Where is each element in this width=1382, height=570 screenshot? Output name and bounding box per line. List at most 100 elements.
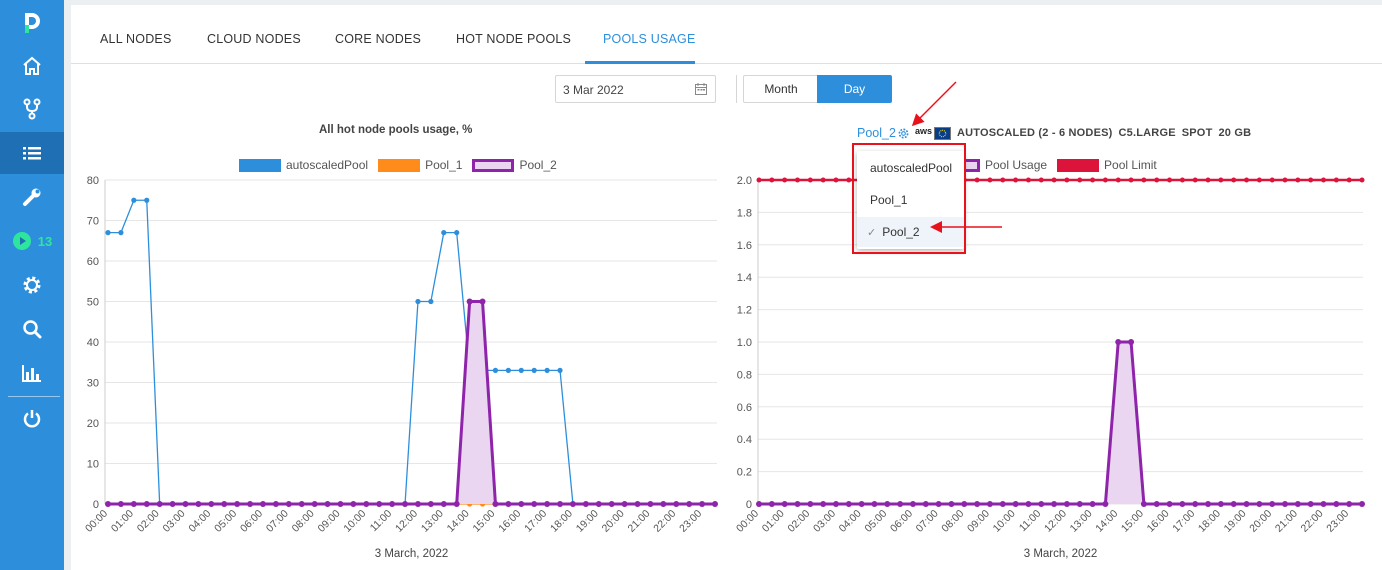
pool-selector-link[interactable]: Pool_2: [857, 126, 896, 140]
day-button[interactable]: Day: [817, 75, 892, 103]
x-tick-label: 04:00: [837, 508, 864, 535]
series-autoscaledpool-point: [441, 230, 447, 236]
series-pool-usage-point: [781, 501, 788, 507]
series-pool-usage-point: [1346, 501, 1353, 507]
series-pool-usage-point: [922, 501, 929, 507]
x-tick-label: 03:00: [811, 508, 838, 535]
x-tick-label: 07:00: [914, 508, 941, 535]
series-pool-limit-point: [1359, 177, 1365, 183]
series-pool-limit-point: [987, 177, 993, 183]
dropdown-item-autoscaledpool[interactable]: autoscaledPool: [857, 153, 964, 183]
check-icon: ✓: [867, 226, 877, 239]
runs-badge: 13: [37, 233, 53, 249]
series-pool-usage-point: [1140, 501, 1147, 507]
pool-header: Pool_2 aws AUTOSCALED (2 - 6 NODES) C5.L…: [857, 126, 1251, 140]
tab-cloud-nodes[interactable]: CLOUD NODES: [207, 32, 301, 46]
series-pool-usage-point: [1359, 501, 1365, 507]
series-pool-2-point: [337, 501, 344, 507]
series-pool-2-point: [402, 501, 409, 507]
y-tick-label: 0.8: [737, 369, 752, 381]
home-icon[interactable]: [0, 45, 64, 87]
series-pool-limit-point: [1346, 177, 1352, 183]
series-pool-limit-point: [1064, 177, 1070, 183]
series-pool-limit-point: [1282, 177, 1288, 183]
controls-divider: [736, 75, 737, 103]
wrench-icon[interactable]: [0, 176, 64, 218]
series-pool-limit-point: [1308, 177, 1314, 183]
active-tab-indicator: [585, 61, 695, 64]
series-pool-limit-point: [1013, 177, 1019, 183]
series-pool-usage-point: [871, 501, 878, 507]
x-tick-label: 23:00: [1324, 508, 1351, 535]
series-autoscaledpool-point: [557, 367, 563, 373]
series-pool-2-point: [130, 501, 137, 507]
series-pool-limit-point: [756, 177, 762, 183]
series-pool-2-point: [686, 501, 693, 507]
x-tick-label: 03:00: [161, 508, 188, 535]
series-pool-2-point: [272, 501, 279, 507]
series-pool-usage-point: [1153, 501, 1160, 507]
series-pool-2-point: [595, 501, 602, 507]
series-pool-limit-point: [1295, 177, 1301, 183]
series-pool-2-point: [234, 501, 241, 507]
month-button[interactable]: Month: [743, 75, 818, 103]
x-tick-label: 14:00: [445, 508, 472, 535]
y-tick-label: 40: [87, 337, 99, 349]
series-pool-usage-point: [1192, 501, 1199, 507]
logo-icon[interactable]: [0, 2, 64, 44]
tab-all-nodes[interactable]: ALL NODES: [100, 32, 172, 46]
series-pool-limit-point: [1333, 177, 1339, 183]
x-tick-label: 13:00: [1068, 508, 1095, 535]
pool-dropdown: autoscaledPool Pool_1 ✓ Pool_2: [857, 151, 964, 249]
tab-core-nodes[interactable]: CORE NODES: [335, 32, 421, 46]
series-pool-usage-point: [1102, 501, 1109, 507]
x-axis-label: 3 March, 2022: [1024, 548, 1098, 560]
y-tick-label: 0.6: [737, 402, 752, 414]
x-tick-label: 06:00: [888, 508, 915, 535]
power-icon[interactable]: [0, 398, 64, 440]
branch-icon[interactable]: [0, 88, 64, 130]
series-autoscaledpool-point: [428, 298, 434, 305]
list-icon[interactable]: [0, 132, 64, 174]
right-chart: 00.20.40.60.81.01.21.41.61.82.000:0001:0…: [734, 175, 1365, 560]
series-pool-limit-point: [1231, 177, 1237, 183]
search-icon[interactable]: [0, 308, 64, 350]
play-icon: [12, 232, 31, 250]
tab-hot-node-pools[interactable]: HOT NODE POOLS: [456, 32, 571, 46]
x-tick-label: 19:00: [1222, 508, 1249, 535]
series-pool-usage-point: [1063, 501, 1070, 507]
date-value: 3 Mar 2022: [563, 83, 624, 97]
series-pool-limit-point: [1000, 177, 1006, 183]
y-tick-label: 1.6: [737, 240, 752, 252]
series-pool-limit-point: [1038, 177, 1044, 183]
x-tick-label: 02:00: [135, 508, 162, 535]
running-runs[interactable]: 13: [0, 220, 64, 262]
x-tick-label: 08:00: [939, 508, 966, 535]
dropdown-item-pool-1[interactable]: Pool_1: [857, 185, 964, 215]
series-pool-limit-point: [1167, 177, 1173, 183]
series-pool-usage-area: [759, 342, 1362, 504]
x-tick-label: 02:00: [785, 508, 812, 535]
dropdown-item-pool-2[interactable]: ✓ Pool_2: [857, 217, 964, 247]
series-autoscaledpool-point: [131, 197, 137, 203]
dropdown-item-label: autoscaledPool: [870, 161, 953, 175]
bar-chart-icon[interactable]: [0, 352, 64, 394]
tab-pools-usage[interactable]: POOLS USAGE: [603, 32, 696, 46]
series-pool-2-point: [208, 501, 215, 507]
dropdown-item-label: Pool_1: [870, 193, 908, 207]
series-pool-usage-point: [1128, 339, 1135, 345]
gear-icon[interactable]: [0, 264, 64, 306]
series-pool-limit-point: [1154, 177, 1160, 183]
y-tick-label: 0: [93, 499, 99, 511]
annotation-arrow: [911, 81, 957, 127]
series-pool-2-point: [505, 501, 512, 507]
date-picker[interactable]: 3 Mar 2022: [555, 75, 716, 103]
series-pool-2-point: [673, 501, 680, 507]
series-pool-usage-point: [948, 501, 955, 507]
series-pool-2-point: [608, 501, 615, 507]
tab-bar: ALL NODES CLOUD NODES CORE NODES HOT NOD…: [71, 5, 1382, 64]
series-autoscaledpool-point: [531, 367, 537, 373]
gear-icon[interactable]: [898, 128, 909, 139]
x-tick-label: 13:00: [419, 508, 446, 535]
x-tick-label: 12:00: [1042, 508, 1069, 535]
